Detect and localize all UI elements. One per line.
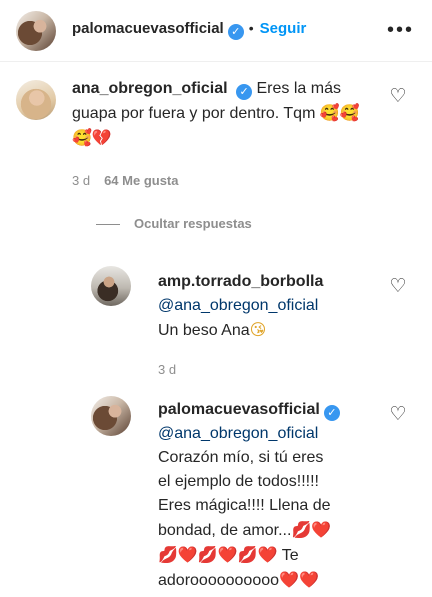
comment-likes[interactable]: 64 Me gusta [104,173,178,188]
reply-avatar[interactable] [91,266,131,306]
reply-line: el ejemplo de todos!!!!! [158,473,319,490]
reply-time: 3 d [158,362,177,377]
comment-time: 3 d [72,173,91,188]
kiss-heart-emojis: 💋❤️ [291,520,332,539]
reply-line: adoroooooooooo [158,572,280,589]
reply-text: Un beso Ana [158,322,250,339]
like-reply-heart-icon[interactable]: ♡ [387,276,409,298]
author-username[interactable]: palomacuevasofficial [72,20,224,37]
reply-mention[interactable]: @ana_obregon_oficial [158,294,378,318]
more-options-icon[interactable]: ••• [387,20,414,40]
reply-line: Eres mágica!!!! Llena de [158,497,331,514]
reply-username[interactable]: palomacuevasofficial [158,401,320,418]
commenter-avatar[interactable] [16,80,56,120]
hide-replies-label[interactable]: Ocultar respuestas [134,216,252,231]
header-info: palomacuevasofficial ✓ • Seguir [72,20,306,40]
reply-username[interactable]: amp.torrado_borbolla [158,273,323,290]
comment-meta: 3 d 64 Me gusta [72,173,179,188]
reply-avatar[interactable] [91,396,131,436]
author-avatar[interactable] [16,11,56,51]
separator-dot: • [248,20,254,36]
reply-line: bondad, de amor... [158,522,292,539]
like-comment-heart-icon[interactable]: ♡ [387,86,409,108]
reply-line: Te [281,547,299,564]
verified-icon: ✓ [227,24,244,40]
verified-icon: ✓ [323,405,340,421]
follow-button[interactable]: Seguir [260,20,307,37]
kiss-heart-emojis: 💋❤️💋❤️💋❤️ [158,545,278,564]
reply-line: Corazón mío, si tú eres [158,449,324,466]
reply-emoji: 😘 [249,320,267,339]
hide-replies-toggle[interactable]: Ocultar respuestas [96,216,252,231]
like-reply-heart-icon[interactable]: ♡ [387,404,409,426]
post-header: palomacuevasofficial ✓ • Seguir ••• [0,0,432,62]
reply-body: palomacuevasofficial ✓ @ana_obregon_ofici… [158,398,388,593]
reply-body: amp.torrado_borbolla @ana_obregon_oficia… [158,270,378,343]
hide-replies-line [96,224,120,226]
heart-emojis: ❤️❤️ [279,570,319,589]
comment-body: ana_obregon_oficial ✓ Eres la más guapa … [72,77,372,151]
reply-mention[interactable]: @ana_obregon_oficial [158,422,388,446]
comment-username[interactable]: ana_obregon_oficial [72,80,228,97]
verified-icon: ✓ [236,84,253,100]
